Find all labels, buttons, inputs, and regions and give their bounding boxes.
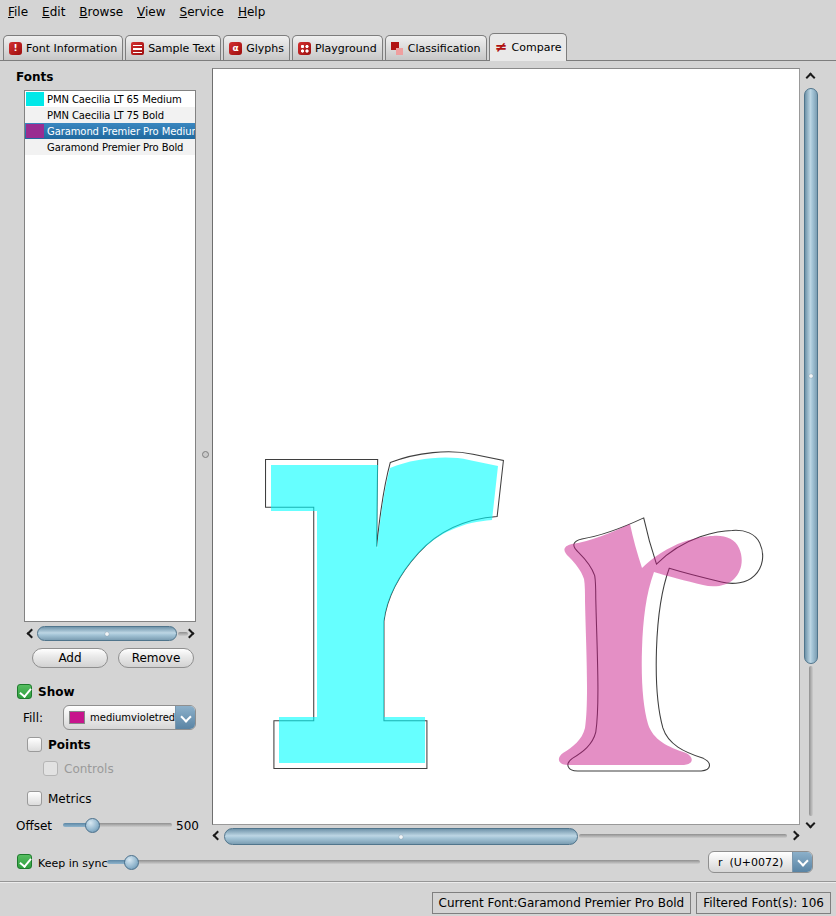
add-button-label: Add — [58, 651, 81, 665]
font-color-swatch — [26, 92, 44, 106]
compare-icon: ≠ — [495, 41, 508, 54]
font-color-swatch — [26, 108, 44, 122]
canvas-hscrollbar-groove[interactable] — [579, 834, 787, 838]
tabbar: ! Font Information Sample Text α Glyphs … — [0, 24, 836, 61]
tab-sample-text[interactable]: Sample Text — [125, 35, 221, 60]
list-scroll-right-arrow[interactable] — [185, 629, 195, 639]
menu-file[interactable]: File — [4, 3, 32, 21]
font-name: Garamond Premier Pro Bold — [47, 142, 183, 153]
tab-label: Classification — [408, 42, 481, 55]
remove-button[interactable]: Remove — [118, 648, 194, 668]
font-name: PMN Caecilia LT 65 Medium — [47, 94, 182, 105]
font-information-icon: ! — [9, 42, 22, 55]
menu-view[interactable]: View — [133, 3, 169, 21]
glyph-select-dropdown-button[interactable] — [792, 852, 812, 872]
fill-value: mediumvioletred — [90, 712, 175, 723]
fill-color-swatch — [69, 711, 85, 724]
font-list-item[interactable]: PMN Caecilia LT 75 Bold — [25, 107, 195, 123]
add-button[interactable]: Add — [32, 648, 108, 668]
keep-in-sync-checkbox[interactable] — [17, 854, 32, 869]
list-scrollbar-thumb[interactable] — [37, 626, 177, 641]
menubar: File Edit Browse View Service Help — [0, 0, 836, 24]
glyph-slab-serif-r — [266, 452, 504, 769]
sample-text-icon — [131, 42, 144, 55]
glyph-select-combobox[interactable]: r (U+0072) — [708, 851, 813, 873]
fonts-group-label: Fonts — [16, 70, 53, 84]
metrics-label: Metrics — [48, 792, 92, 806]
font-list-item[interactable]: Garamond Premier Pro Bold — [25, 139, 195, 155]
tab-font-information[interactable]: ! Font Information — [3, 35, 123, 60]
classification-icon — [391, 42, 404, 55]
fonts-list[interactable]: PMN Caecilia LT 65 Medium PMN Caecilia L… — [24, 90, 196, 622]
fill-label: Fill: — [23, 711, 43, 725]
menu-browse[interactable]: Browse — [75, 3, 127, 21]
current-font-status: Current Font:Garamond Premier Pro Bold — [432, 892, 692, 914]
points-label: Points — [48, 738, 91, 752]
canvas-vscrollbar-groove[interactable] — [809, 666, 813, 816]
playground-icon — [298, 42, 311, 55]
application-window: { "menu": { "items": ["File", "Edit", "B… — [0, 0, 836, 916]
tab-label: Sample Text — [148, 42, 215, 55]
points-checkbox[interactable] — [27, 737, 42, 752]
filtered-fonts-status: Filtered Font(s): 106 — [696, 892, 831, 914]
font-color-swatch — [26, 124, 44, 138]
list-scroll-left-arrow[interactable] — [27, 629, 37, 639]
glyph-fill-caecilia-medium — [271, 458, 498, 763]
menu-service[interactable]: Service — [176, 3, 228, 21]
tab-label: Playground — [315, 42, 377, 55]
offset-label: Offset — [16, 819, 52, 833]
glyph-garamond-r — [559, 518, 763, 771]
offset-value: 500 — [176, 819, 199, 833]
tab-compare[interactable]: ≠ Compare — [489, 33, 568, 61]
canvas-scroll-left-arrow[interactable] — [213, 831, 223, 841]
tab-label: Font Information — [26, 42, 117, 55]
font-name: Garamond Premier Pro Medium — [47, 126, 196, 137]
metrics-checkbox[interactable] — [27, 791, 42, 806]
tab-classification[interactable]: Classification — [385, 35, 487, 60]
compare-canvas[interactable] — [212, 68, 800, 825]
font-color-swatch — [26, 140, 44, 154]
splitter-handle[interactable] — [202, 451, 209, 458]
font-name: PMN Caecilia LT 75 Bold — [47, 110, 164, 121]
tab-playground[interactable]: Playground — [292, 35, 383, 60]
canvas-vscrollbar-thumb[interactable] — [804, 88, 818, 664]
glyph-fill-garamond-medium — [559, 524, 742, 765]
tab-glyphs[interactable]: α Glyphs — [223, 35, 290, 60]
canvas-scroll-down-arrow[interactable] — [806, 819, 816, 829]
glyphs-icon: α — [229, 42, 242, 55]
show-checkbox[interactable] — [17, 684, 32, 699]
canvas-scroll-right-arrow[interactable] — [790, 831, 800, 841]
font-list-item[interactable]: PMN Caecilia LT 65 Medium — [25, 91, 195, 107]
menu-edit[interactable]: Edit — [38, 3, 69, 21]
status-boxes: Current Font:Garamond Premier Pro Bold F… — [432, 892, 831, 914]
controls-checkbox — [43, 761, 58, 776]
sync-slider-groove[interactable] — [130, 860, 700, 864]
remove-button-label: Remove — [132, 651, 181, 665]
menu-help[interactable]: Help — [234, 3, 269, 21]
statusbar: Current Font:Garamond Premier Pro Bold F… — [0, 881, 836, 916]
canvas-scroll-up-arrow[interactable] — [806, 73, 816, 83]
sync-slider-handle[interactable] — [124, 855, 139, 870]
fill-combobox[interactable]: mediumvioletred — [63, 705, 196, 730]
offset-slider-handle[interactable] — [85, 818, 100, 833]
canvas-hscrollbar-thumb[interactable] — [224, 828, 578, 845]
tab-label: Compare — [512, 41, 562, 54]
keep-in-sync-label: Keep in sync — [38, 857, 107, 870]
glyph-select-value: r (U+0072) — [718, 856, 792, 869]
controls-label: Controls — [64, 762, 114, 776]
font-list-item-selected[interactable]: Garamond Premier Pro Medium — [25, 123, 195, 139]
offset-slider-groove[interactable] — [95, 823, 172, 827]
show-label: Show — [38, 685, 75, 699]
fill-dropdown-button[interactable] — [175, 706, 195, 729]
tab-label: Glyphs — [246, 42, 284, 55]
